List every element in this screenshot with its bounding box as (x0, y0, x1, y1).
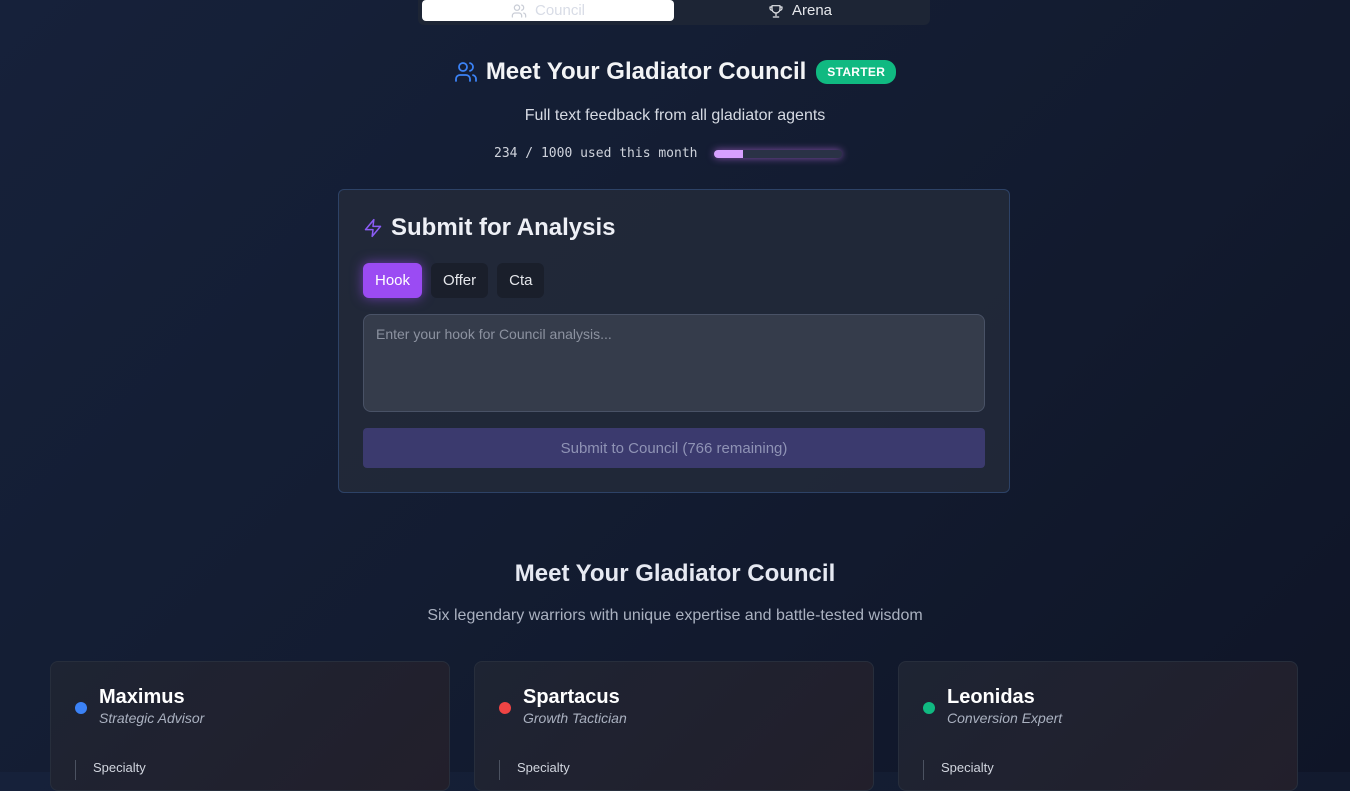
tab-council-label: Council (534, 2, 586, 19)
trophy-icon (769, 4, 783, 18)
gladiator-name: Leonidas (947, 686, 1035, 708)
gladiator-color-dot (923, 702, 935, 714)
page-title: Meet Your Gladiator Council (485, 58, 807, 85)
mode-hook-button[interactable]: Hook (363, 263, 423, 298)
hook-input[interactable] (363, 314, 985, 412)
usage-progress-bar (713, 149, 842, 158)
usage-text: 234 / 1000 used this month (494, 146, 698, 161)
gladiator-color-dot (499, 702, 511, 714)
gladiator-specialty-label: Specialty (75, 760, 146, 780)
mode-offer-button[interactable]: Offer (431, 263, 489, 298)
gladiator-name: Spartacus (523, 686, 620, 708)
submit-panel: Submit for Analysis Hook Offer Cta Submi… (338, 189, 1010, 493)
gladiator-role: Conversion Expert (947, 710, 1063, 726)
usage-meter: 234 / 1000 used this month (494, 146, 842, 161)
page-subtitle: Full text feedback from all gladiator ag… (524, 107, 826, 124)
council-section-title: Meet Your Gladiator Council (514, 560, 836, 587)
tab-council[interactable]: Council (422, 0, 674, 21)
mode-selector: Hook Offer Cta (363, 263, 545, 298)
gladiator-role: Strategic Advisor (99, 710, 205, 726)
tab-arena[interactable]: Arena (674, 0, 926, 21)
submit-panel-header: Submit for Analysis (363, 214, 615, 242)
gladiator-role: Growth Tactician (523, 710, 627, 726)
users-icon (454, 62, 477, 82)
gladiator-name: Maximus (99, 686, 185, 708)
submit-panel-title: Submit for Analysis (391, 214, 616, 241)
gladiator-specialty-label: Specialty (499, 760, 570, 780)
zap-icon (364, 218, 382, 238)
council-section-subtitle: Six legendary warriors with unique exper… (427, 607, 923, 624)
gladiator-specialty-label: Specialty (923, 760, 994, 780)
submit-to-council-button[interactable]: Submit to Council (766 remaining) (363, 428, 985, 468)
page-header: Meet Your Gladiator Council STARTER (0, 58, 1350, 86)
users-icon (511, 3, 527, 18)
plan-badge: STARTER (816, 60, 897, 84)
gladiator-color-dot (75, 702, 87, 714)
usage-progress-fill (713, 149, 744, 158)
view-tabs: Council Arena (418, 0, 930, 25)
tab-arena-label: Arena (791, 2, 833, 19)
mode-cta-button[interactable]: Cta (497, 263, 545, 298)
